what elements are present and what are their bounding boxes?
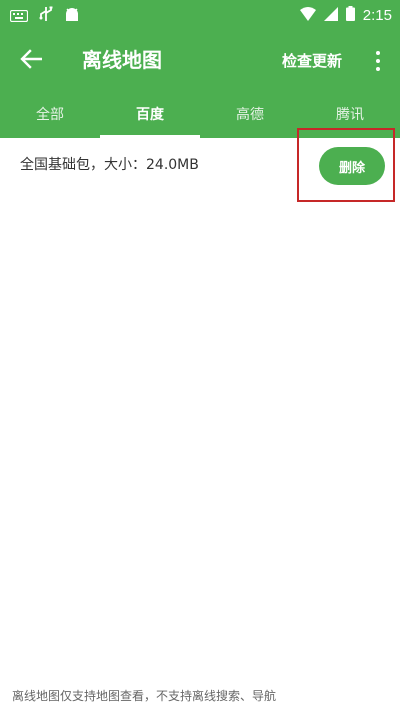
tab-label: 高德 [236,107,264,123]
tab-bar: 全部 百度 高德 腾讯 [0,92,400,138]
tab-label: 腾讯 [336,107,364,123]
keyboard-icon [9,7,29,26]
signal-icon [323,6,338,25]
tab-gaode[interactable]: 高德 [200,92,300,138]
more-vert-icon[interactable] [366,46,390,76]
tab-baidu[interactable]: 百度 [100,92,200,138]
android-icon [64,6,80,26]
check-update-button[interactable]: 检查更新 [282,50,342,72]
tab-label: 百度 [136,107,164,123]
app-header: 2:15 离线地图 检查更新 全部 百度 高德 腾讯 [0,0,400,138]
offline-package-row: 全国基础包，大小：24.0MB 删除 [0,138,400,194]
wifi-icon [299,6,316,25]
status-time: 2:15 [362,6,392,24]
battery-icon [345,6,355,25]
usb-icon [38,6,54,26]
footer-note: 离线地图仅支持地图查看，不支持离线搜索、导航 [12,689,277,703]
delete-button[interactable]: 删除 [319,147,385,185]
tab-tencent[interactable]: 腾讯 [300,92,400,138]
toolbar: 离线地图 检查更新 [0,30,400,92]
tab-all[interactable]: 全部 [0,92,100,138]
status-bar: 2:15 [0,0,400,30]
package-label: 全国基础包，大小：24.0MB [20,157,199,173]
back-arrow-icon [20,49,43,73]
page-title: 离线地图 [82,48,162,72]
back-button[interactable] [14,44,48,78]
tab-label: 全部 [36,107,64,123]
